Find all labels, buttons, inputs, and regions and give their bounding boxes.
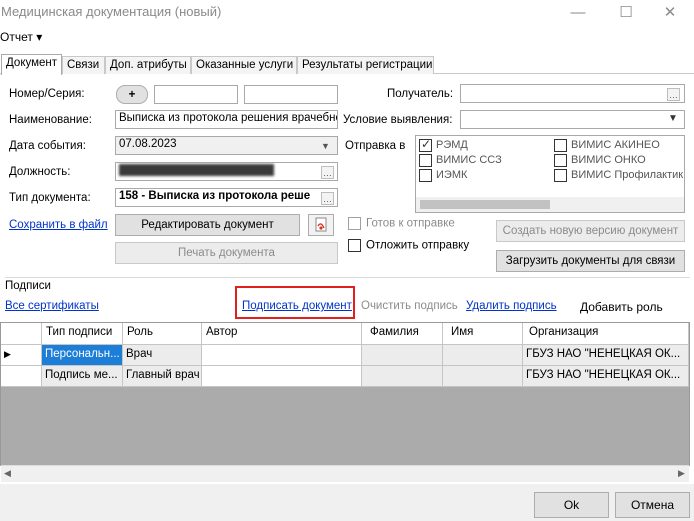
column-header[interactable]: Роль: [123, 323, 202, 345]
send-option-vimis-onko[interactable]: ВИМИС ОНКО: [554, 153, 684, 167]
more-icon[interactable]: …: [667, 88, 680, 101]
tab-links[interactable]: Связи: [62, 56, 105, 74]
more-icon[interactable]: …: [321, 192, 334, 205]
table-cell[interactable]: [362, 366, 443, 387]
scroll-right-icon[interactable]: ▶: [678, 468, 685, 479]
sign-document-link[interactable]: Подписать документ: [242, 300, 352, 312]
clear-signature-link[interactable]: Очистить подпись: [361, 300, 458, 312]
number-label: Номер/Серия:: [9, 88, 85, 100]
chevron-down-icon[interactable]: ▼: [319, 139, 332, 152]
row-selector[interactable]: ▶: [1, 345, 42, 366]
tab-services[interactable]: Оказанные услуги: [191, 56, 297, 74]
add-number-button[interactable]: +: [116, 85, 148, 104]
ready-to-send-checkbox[interactable]: Готов к отправке: [348, 217, 455, 230]
condition-select[interactable]: [460, 110, 685, 129]
doc-type-field[interactable]: 158 - Выписка из протокола реше: [115, 188, 338, 207]
table-cell[interactable]: ГБУЗ НАО "НЕНЕЦКАЯ ОК...: [523, 345, 689, 366]
checkbox-icon[interactable]: [554, 153, 567, 167]
table-cell[interactable]: Врач: [123, 345, 202, 366]
table-cell[interactable]: ГБУЗ НАО "НЕНЕЦКАЯ ОК...: [523, 366, 689, 387]
pdf-file-icon[interactable]: [308, 214, 334, 236]
window-title: Медицинская документация (новый): [1, 4, 222, 19]
position-label: Должность:: [9, 166, 71, 178]
position-value: Медсестра (Терапевт): [119, 164, 274, 176]
checkbox-icon[interactable]: [348, 239, 361, 252]
send-option-remd[interactable]: РЭМД: [419, 137, 549, 152]
send-option-iemk[interactable]: ИЭМК: [419, 168, 549, 182]
add-role-button[interactable]: Добавить роль: [580, 300, 663, 314]
doc-type-label: Тип документа:: [9, 192, 91, 204]
recipient-field[interactable]: [460, 84, 685, 103]
cancel-button[interactable]: Отмена: [615, 492, 690, 518]
create-new-version-button[interactable]: Создать новую версию документ: [496, 220, 685, 242]
all-certificates-link[interactable]: Все сертификаты: [5, 300, 99, 312]
edit-document-button[interactable]: Редактировать документ: [115, 214, 300, 236]
event-date-label: Дата события:: [9, 140, 86, 152]
event-date-field[interactable]: 07.08.2023: [115, 136, 338, 155]
tab-extra-attributes[interactable]: Доп. атрибуты: [105, 56, 191, 74]
section-divider: [5, 277, 690, 278]
checkbox-icon[interactable]: [419, 168, 432, 182]
minimize-icon[interactable]: —: [558, 0, 598, 24]
scroll-left-icon[interactable]: ◀: [4, 468, 11, 479]
name-label: Наименование:: [9, 114, 92, 126]
delete-signature-link[interactable]: Удалить подпись: [466, 300, 557, 312]
menu-bar: [0, 28, 694, 48]
condition-label: Условие выявления:: [343, 114, 453, 126]
send-option-vimis-akineo[interactable]: ВИМИС АКИНЕО: [554, 138, 684, 152]
table-cell[interactable]: [443, 366, 523, 387]
row-selector[interactable]: [1, 366, 42, 387]
postpone-send-checkbox[interactable]: Отложить отправку: [348, 239, 469, 252]
table-cell[interactable]: [362, 345, 443, 366]
menu-report[interactable]: Отчет ▾: [0, 30, 42, 44]
table-cell[interactable]: [443, 345, 523, 366]
upload-linked-docs-button[interactable]: Загрузить документы для связи: [496, 250, 685, 272]
send-option-vimis-ssz[interactable]: ВИМИС ССЗ: [419, 153, 549, 167]
send-option-vimis-profilaktika[interactable]: ВИМИС Профилактик: [554, 168, 684, 182]
number-field[interactable]: [154, 85, 238, 104]
row-header-corner: [1, 323, 42, 345]
column-header[interactable]: Автор: [202, 323, 362, 345]
column-header[interactable]: Имя: [443, 323, 523, 345]
maximize-icon[interactable]: ☐: [606, 0, 646, 24]
table-cell[interactable]: Подпись ме...: [42, 366, 123, 387]
event-date-value: 07.08.2023: [119, 138, 177, 150]
checkbox-icon[interactable]: [554, 138, 567, 152]
chevron-down-icon[interactable]: ▼: [668, 113, 678, 124]
checkbox-icon[interactable]: [419, 153, 432, 167]
signatures-label: Подписи: [5, 280, 51, 292]
print-document-button[interactable]: Печать документа: [115, 242, 338, 264]
table-cell[interactable]: Персональн...: [42, 345, 123, 366]
column-header[interactable]: Фамилия: [362, 323, 443, 345]
tab-document[interactable]: Документ: [1, 54, 62, 75]
tab-registration-results[interactable]: Результаты регистрации: [297, 56, 434, 74]
recipient-label: Получатель:: [387, 88, 454, 100]
close-icon[interactable]: ✕: [650, 0, 690, 24]
table-horizontal-scrollbar[interactable]: [1, 465, 689, 482]
column-header[interactable]: Организация: [523, 323, 689, 345]
table-cell[interactable]: [202, 345, 362, 366]
table-cell[interactable]: [202, 366, 362, 387]
checkbox-icon[interactable]: [348, 217, 361, 230]
checkbox-icon[interactable]: [419, 137, 432, 152]
name-field[interactable]: Выписка из протокола решения врачебной: [115, 110, 338, 129]
scrollbar-thumb[interactable]: [420, 200, 550, 209]
more-icon[interactable]: …: [321, 166, 334, 179]
current-row-arrow-icon: ▶: [4, 349, 11, 359]
doc-type-value: 158 - Выписка из протокола реше: [119, 190, 311, 202]
position-field[interactable]: Медсестра (Терапевт): [115, 162, 338, 181]
column-header[interactable]: Тип подписи: [42, 323, 123, 345]
send-to-label: Отправка в: [345, 140, 406, 152]
save-to-file-link[interactable]: Сохранить в файл: [9, 219, 108, 231]
checkbox-icon[interactable]: [554, 168, 567, 182]
table-cell[interactable]: Главный врач: [123, 366, 202, 387]
series-field[interactable]: [244, 85, 338, 104]
ok-button[interactable]: Ok: [534, 492, 609, 518]
signatures-table: Тип подписи Роль Автор Фамилия Имя Орган…: [0, 322, 690, 466]
